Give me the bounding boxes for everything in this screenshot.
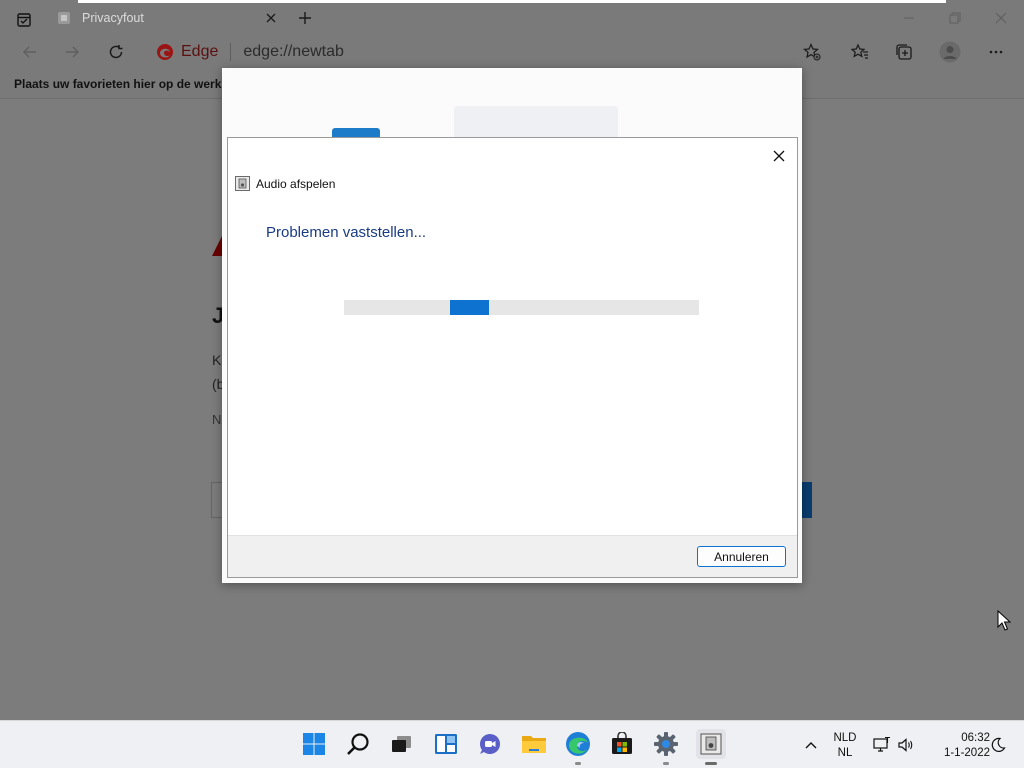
troubleshooter-active-indicator <box>705 762 717 765</box>
settings-running-indicator <box>663 762 669 765</box>
store-button[interactable] <box>607 729 637 759</box>
restore-button[interactable] <box>932 3 978 33</box>
network-button[interactable] <box>872 721 892 768</box>
address-bar[interactable]: Edge edge://newtab <box>144 35 844 69</box>
clock-time: 06:32 <box>961 732 990 744</box>
speaker-icon <box>898 738 913 752</box>
network-icon <box>873 737 890 752</box>
settings-more-button[interactable] <box>982 38 1010 66</box>
widgets-button[interactable] <box>431 729 461 759</box>
dialog-close-button[interactable] <box>767 144 791 168</box>
restore-icon <box>949 12 961 24</box>
back-button[interactable] <box>16 38 44 66</box>
progress-indicator <box>450 300 489 315</box>
show-hidden-icons-button[interactable] <box>800 721 822 768</box>
favorites-button[interactable] <box>846 38 874 66</box>
dialog-app-title: Audio afspelen <box>256 176 336 191</box>
favorites-bar-hint: Plaats uw favorieten hier op de werkba <box>14 77 236 91</box>
illustration-card <box>454 106 618 140</box>
profile-button[interactable] <box>936 38 964 66</box>
tab-actions-icon <box>17 13 31 27</box>
arrow-right-icon <box>66 46 79 58</box>
volume-button[interactable] <box>896 721 916 768</box>
troubleshooter-app-icon <box>235 176 250 191</box>
tab-bar: Privacyfout <box>0 3 1024 33</box>
taskbar: NLD NL 06:32 1-1-2022 <box>0 720 1024 768</box>
warning-icon <box>212 236 222 256</box>
close-window-button[interactable] <box>978 3 1024 33</box>
tab-privacyfout[interactable]: Privacyfout <box>48 3 288 33</box>
edge-brand-label: Edge <box>181 43 219 60</box>
avatar-icon <box>939 41 961 63</box>
minimize-icon <box>904 17 914 19</box>
cancel-button[interactable]: Annuleren <box>697 546 786 567</box>
clock-date: 1-1-2022 <box>943 747 990 759</box>
task-view-button[interactable] <box>387 729 417 759</box>
collections-button[interactable] <box>890 38 918 66</box>
settings-button[interactable] <box>651 729 681 759</box>
chevron-up-icon <box>805 742 817 749</box>
language-indicator[interactable]: NLD NL <box>828 731 862 761</box>
mouse-cursor-icon <box>997 610 1011 631</box>
dialog-footer: Annuleren <box>228 535 797 577</box>
browser-toolbar: Edge edge://newtab <box>0 33 1024 71</box>
more-dots-icon <box>989 50 1003 54</box>
refresh-icon <box>109 45 123 59</box>
dialog-header: Audio afspelen <box>235 176 335 191</box>
widgets-icon <box>435 734 457 754</box>
moon-icon <box>991 737 1006 752</box>
close-icon <box>773 150 785 162</box>
gear-icon <box>654 732 678 756</box>
edge-running-indicator <box>575 762 581 765</box>
chat-icon <box>480 734 500 754</box>
focus-assist-button[interactable] <box>988 721 1008 768</box>
troubleshooter-taskbar-button[interactable] <box>696 729 726 759</box>
store-icon <box>612 732 632 754</box>
address-separator <box>230 43 232 61</box>
favorites-icon <box>851 43 868 59</box>
language-code: NLD <box>833 732 857 744</box>
tab-actions-button[interactable] <box>10 9 38 31</box>
url-text: edge://newtab <box>243 43 344 60</box>
edge-logo-icon <box>157 44 173 60</box>
keyboard-layout: NL <box>837 747 853 759</box>
troubleshooter-dialog: Audio afspelen Problemen vaststellen... … <box>227 137 798 578</box>
windows-logo-icon <box>303 733 325 755</box>
troubleshooter-app-icon <box>700 733 722 755</box>
folder-icon <box>522 736 546 753</box>
task-view-icon <box>392 736 411 752</box>
edge-taskbar-button[interactable] <box>563 729 593 759</box>
start-button[interactable] <box>299 729 329 759</box>
star-add-icon <box>803 43 821 61</box>
error-text-line-1: K <box>212 352 222 368</box>
new-tab-button[interactable] <box>294 7 316 29</box>
add-favorite-button[interactable] <box>798 38 826 66</box>
close-icon <box>995 12 1007 24</box>
chat-button[interactable] <box>475 729 505 759</box>
refresh-button[interactable] <box>102 38 130 66</box>
minimize-button[interactable] <box>886 3 932 33</box>
file-explorer-button[interactable] <box>519 729 549 759</box>
tab-close-button[interactable] <box>262 9 280 27</box>
plus-icon <box>299 12 311 24</box>
search-icon <box>347 733 369 755</box>
clock[interactable]: 06:32 1-1-2022 <box>924 731 990 761</box>
collections-icon <box>896 44 912 60</box>
close-icon <box>266 13 276 23</box>
edge-icon <box>566 732 590 756</box>
error-code-line: N <box>212 412 222 427</box>
page-favicon-icon <box>58 12 70 24</box>
status-heading: Problemen vaststellen... <box>266 224 427 241</box>
progress-bar <box>344 300 699 315</box>
tab-title: Privacyfout <box>82 11 144 25</box>
search-button[interactable] <box>343 729 373 759</box>
forward-button[interactable] <box>58 38 86 66</box>
arrow-left-icon <box>23 46 36 58</box>
